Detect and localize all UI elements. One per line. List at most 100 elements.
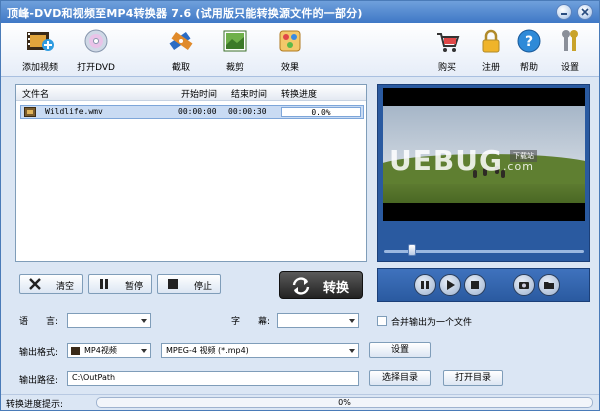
minimize-icon (561, 13, 567, 15)
folder-icon (544, 282, 554, 289)
output-format-label: 输出格式: (19, 348, 59, 358)
pause-icon (100, 279, 108, 289)
film-add-icon (27, 32, 54, 51)
effects-button[interactable]: 效果 (265, 27, 315, 75)
add-video-button[interactable]: 添加视频 (15, 27, 65, 75)
stop-button[interactable]: 停止 (157, 274, 221, 294)
wrench-icon (562, 30, 578, 51)
play-icon (447, 280, 455, 290)
output-path-field[interactable]: C:\OutPath (67, 371, 359, 386)
format-select[interactable]: MPEG-4 视频 (*.mp4) (161, 343, 359, 358)
buy-button[interactable]: 购买 (422, 27, 472, 75)
pause-label: 暂停 (125, 282, 144, 292)
open-folder-label: 打开目录 (454, 373, 491, 383)
convert-button[interactable]: 转换 (279, 271, 363, 299)
window-title: 顶峰-DVD和视频至MP4转换器 7.6 (试用版只能转换源文件的一部分) (7, 7, 363, 20)
format-category-select[interactable]: MP4视频 (67, 343, 151, 358)
stop-label: 停止 (194, 282, 213, 292)
convert-label: 转换 (323, 281, 350, 296)
file-name: Wildlife.wmv (45, 107, 103, 116)
crop-image-icon (223, 30, 247, 52)
format-category-value: MP4视频 (84, 346, 117, 355)
output-path-value: C:\OutPath (72, 373, 116, 382)
film-icon (71, 347, 80, 355)
convert-arrows-icon (292, 277, 310, 295)
video-file-icon (24, 107, 36, 117)
file-end-time: 00:00:30 (228, 107, 267, 116)
merge-output-label: 合并输出为一个文件 (391, 318, 473, 328)
toolbar: 添加视频 打开DVD 截取 裁剪 效果 购买 注册 ? 帮助 设置 (1, 23, 599, 77)
format-settings-label: 设置 (390, 345, 409, 355)
language-label: 语 言: (19, 317, 59, 327)
pause-button[interactable]: 暂停 (88, 274, 152, 294)
chevron-down-icon (141, 349, 147, 353)
effects-label: 效果 (280, 63, 299, 73)
close-button[interactable] (577, 4, 593, 20)
cart-icon (437, 33, 460, 52)
preview-stop-button[interactable] (464, 274, 486, 296)
playback-controls (377, 268, 590, 302)
browse-folder-button[interactable]: 选择目录 (369, 370, 431, 386)
clear-label: 清空 (56, 282, 75, 292)
column-end-time[interactable]: 结束时间 (231, 87, 267, 100)
open-dvd-button[interactable]: 打开DVD (71, 27, 121, 75)
chevron-down-icon (349, 349, 355, 353)
watermark-text: UEBUG (389, 144, 503, 177)
watermark-tag: 下载站 (510, 150, 537, 162)
status-label: 转换进度提示: (6, 400, 64, 410)
seek-thumb[interactable] (408, 244, 416, 256)
chevron-down-icon (349, 319, 355, 323)
language-select[interactable] (67, 313, 151, 328)
capture-button[interactable]: 截取 (156, 27, 206, 75)
add-video-label: 添加视频 (21, 63, 58, 73)
camera-icon (519, 282, 529, 289)
clear-button[interactable]: 清空 (19, 274, 83, 294)
dvd-disc-icon (84, 29, 108, 53)
clear-x-icon (29, 278, 41, 290)
help-icon: ? (517, 29, 541, 53)
column-filename[interactable]: 文件名 (22, 87, 49, 100)
title-bar[interactable]: 顶峰-DVD和视频至MP4转换器 7.6 (试用版只能转换源文件的一部分) (1, 1, 599, 23)
output-path-label: 输出路径: (19, 376, 59, 386)
open-snapshot-folder-button[interactable] (538, 274, 560, 296)
stop-icon (471, 281, 479, 289)
chevron-down-icon (141, 319, 147, 323)
subtitle-label: 字 幕: (231, 317, 271, 327)
pause-icon (421, 281, 429, 289)
open-dvd-label: 打开DVD (77, 63, 115, 73)
preview-pause-button[interactable] (414, 274, 436, 296)
buy-label: 购买 (437, 63, 456, 73)
video-preview: UEBUG.com 下载站 (383, 88, 585, 221)
svg-text:?: ? (525, 34, 533, 50)
minimize-button[interactable] (556, 4, 572, 20)
subtitle-select[interactable] (277, 313, 359, 328)
effects-palette-icon (279, 30, 301, 52)
crop-label: 裁剪 (225, 63, 244, 73)
file-list[interactable]: 文件名 开始时间 结束时间 转换进度 Wildlife.wmv 00:00:00… (15, 84, 367, 262)
stop-icon (168, 279, 178, 289)
format-value: MPEG-4 视频 (*.mp4) (166, 346, 249, 355)
browse-folder-label: 选择目录 (381, 373, 418, 383)
snapshot-button[interactable] (513, 274, 535, 296)
settings-button[interactable]: 设置 (545, 27, 595, 75)
file-row[interactable]: Wildlife.wmv 00:00:00 00:00:30 0.0% (20, 105, 364, 119)
format-settings-button[interactable]: 设置 (369, 342, 431, 358)
crop-button[interactable]: 裁剪 (210, 27, 260, 75)
close-icon (581, 8, 589, 16)
app-window: 顶峰-DVD和视频至MP4转换器 7.6 (试用版只能转换源文件的一部分) 添加… (0, 0, 600, 411)
file-start-time: 00:00:00 (178, 107, 217, 116)
file-list-header: 文件名 开始时间 结束时间 转换进度 (16, 85, 366, 101)
capture-label: 截取 (171, 63, 190, 73)
preview-panel: UEBUG.com 下载站 (377, 84, 590, 262)
column-start-time[interactable]: 开始时间 (181, 87, 217, 100)
scissors-film-icon (169, 31, 193, 51)
conversion-progress-bar: 0% (96, 397, 593, 408)
column-progress[interactable]: 转换进度 (281, 87, 317, 100)
settings-label: 设置 (560, 63, 579, 73)
lock-icon (482, 29, 500, 53)
open-folder-button[interactable]: 打开目录 (443, 370, 503, 386)
preview-play-button[interactable] (439, 274, 461, 296)
merge-output-checkbox[interactable] (377, 316, 387, 326)
file-progress: 0.0% (281, 107, 361, 117)
status-bar: 转换进度提示: 0% (1, 394, 599, 410)
